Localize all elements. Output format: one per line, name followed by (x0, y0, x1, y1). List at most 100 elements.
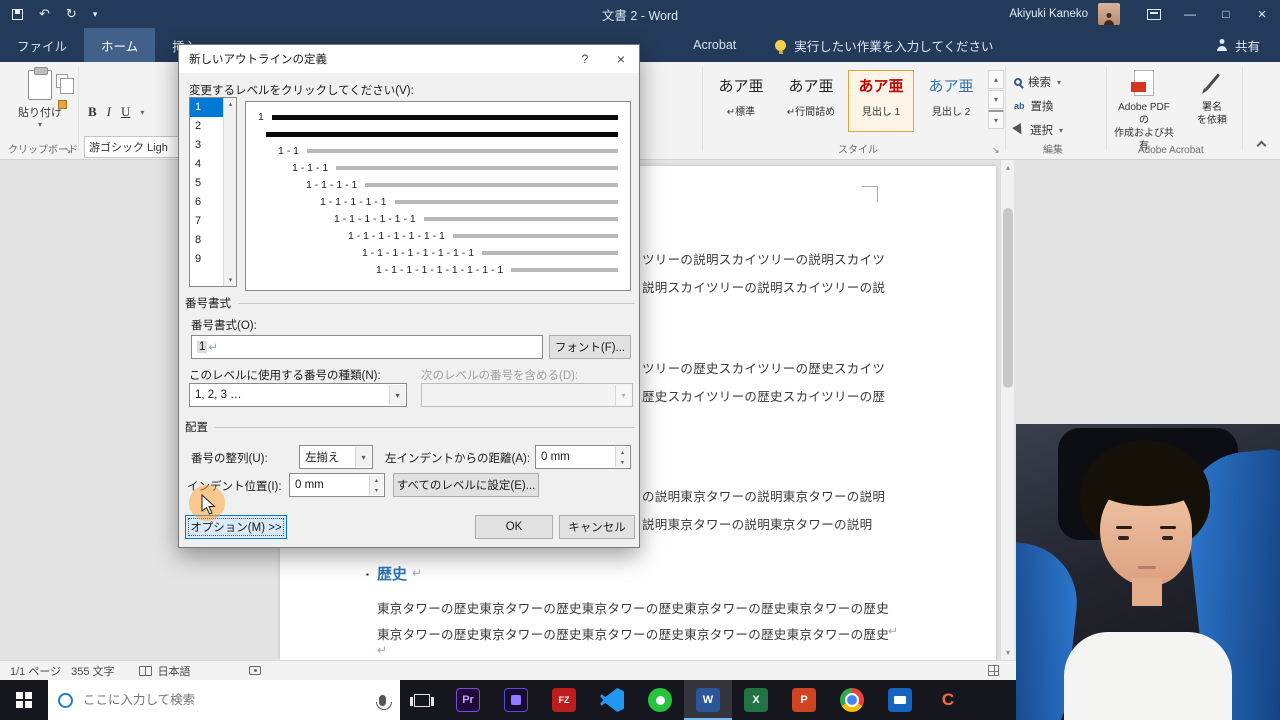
indent-spinner[interactable]: 0 mm ▴ ▾ (289, 473, 385, 497)
style-card-heading1[interactable]: あア亜 見出し 1 (848, 70, 914, 132)
language-indicator[interactable]: 日本語 (158, 663, 191, 679)
level-option[interactable]: 3 (190, 136, 223, 155)
combo-chevron-icon[interactable]: ▾ (355, 447, 371, 467)
level-option[interactable]: 6 (190, 193, 223, 212)
avatar[interactable] (1098, 3, 1120, 25)
listbox-scroll-down-icon[interactable]: ▾ (224, 276, 237, 284)
styles-more-icon[interactable]: ▾ (988, 110, 1004, 129)
windows-logo-icon (16, 692, 32, 708)
scroll-up-icon[interactable]: ▴ (1001, 163, 1015, 172)
styles-scroll-down-icon[interactable]: ▾ (988, 90, 1004, 109)
document-text-line: ツリーの歴史スカイツリーの歴史スカイツ (642, 362, 886, 376)
taskbar-app-chrome[interactable] (828, 680, 876, 720)
level-option-selected[interactable]: 1 (190, 98, 223, 117)
word-count[interactable]: 355 文字 (71, 663, 114, 679)
microphone-icon[interactable] (375, 694, 392, 710)
level-option[interactable]: 9 (190, 250, 223, 269)
number-format-label: 番号書式(O): (191, 320, 257, 332)
number-format-input[interactable]: 1 ↵ (191, 335, 543, 359)
taskbar-app-green[interactable] (636, 680, 684, 720)
spinner-buttons[interactable]: ▴ ▾ (615, 447, 629, 467)
distance-label: 左インデントからの距離(A): (385, 453, 531, 465)
maximize-button[interactable]: □ (1208, 0, 1244, 28)
style-card-normal[interactable]: あア亜 ↵標準 (708, 70, 774, 132)
dialog-help-icon[interactable]: ? (567, 45, 603, 73)
listbox-scrollbar[interactable]: ▴ ▾ (223, 98, 236, 286)
undo-icon[interactable]: ↶ (39, 6, 50, 22)
redo-icon[interactable]: ↻ (66, 6, 77, 22)
styles-scroll-up-icon[interactable]: ▴ (988, 70, 1004, 89)
scrollbar-thumb[interactable] (1003, 208, 1013, 388)
italic-button[interactable]: I (107, 104, 111, 120)
taskbar-app-premiere[interactable]: Pr (444, 680, 492, 720)
underline-chevron-icon[interactable]: ▾ (140, 108, 144, 117)
ok-button[interactable]: OK (475, 515, 553, 539)
apply-all-levels-button[interactable]: すべてのレベルに設定(E)... (393, 473, 539, 497)
task-view-button[interactable] (400, 680, 444, 720)
minimize-button[interactable]: — (1172, 0, 1208, 28)
green-app-icon (648, 688, 672, 712)
alignment-combo[interactable]: 左揃え ▾ (299, 445, 373, 469)
user-name[interactable]: Akiyuki Kaneko (1009, 8, 1088, 20)
clipboard-launcher-icon[interactable]: ↘ (64, 145, 72, 156)
save-icon[interactable] (12, 8, 23, 20)
style-preview: あア亜 (788, 78, 834, 95)
select-button[interactable]: 選択 ▾ (1012, 122, 1063, 138)
status-mode-icon[interactable] (248, 666, 261, 675)
dialog-close-icon[interactable]: × (603, 45, 639, 73)
taskbar-app-powerpoint[interactable]: P (780, 680, 828, 720)
style-card-heading2[interactable]: あア亜 見出し 2 (918, 70, 984, 132)
share-button[interactable]: 共有 (1216, 28, 1280, 62)
tab-file[interactable]: ファイル (0, 28, 84, 62)
create-pdf-button[interactable]: Adobe PDF の 作成および共有 (1112, 70, 1176, 153)
tab-acrobat[interactable]: Acrobat (676, 28, 753, 62)
combo-chevron-icon: ▾ (615, 385, 631, 405)
taskbar-app-captura[interactable]: C (924, 680, 972, 720)
level-option[interactable]: 2 (190, 117, 223, 136)
style-card-no-spacing[interactable]: あア亜 ↵行間詰め (778, 70, 844, 132)
spellcheck-icon[interactable] (138, 665, 152, 676)
cancel-button[interactable]: キャンセル (559, 515, 635, 539)
distance-spinner[interactable]: 0 mm ▴ ▾ (535, 445, 631, 469)
dialog-title-bar[interactable]: 新しいアウトラインの定義 ? × (179, 45, 639, 73)
level-listbox[interactable]: 1 2 3 4 5 6 7 8 9 ▴ ▾ (189, 97, 237, 287)
taskbar-search[interactable] (48, 680, 400, 720)
close-button[interactable]: × (1244, 0, 1280, 28)
taskbar-app-word[interactable]: W (684, 680, 732, 720)
level-option[interactable]: 5 (190, 174, 223, 193)
qat-customize-icon[interactable]: ▾ (93, 9, 98, 20)
tab-home[interactable]: ホーム (84, 28, 156, 62)
format-painter-icon[interactable] (58, 100, 67, 109)
number-kind-combo[interactable]: 1, 2, 3 … ▾ (189, 383, 407, 407)
taskbar-app-excel[interactable]: X (732, 680, 780, 720)
level-option[interactable]: 4 (190, 155, 223, 174)
level-option[interactable]: 7 (190, 212, 223, 231)
taskbar-app-blue[interactable] (876, 680, 924, 720)
editing-group-label: 編集 (1043, 145, 1063, 156)
search-input[interactable] (83, 693, 369, 707)
start-button[interactable] (0, 680, 48, 720)
level-option[interactable]: 8 (190, 231, 223, 250)
underline-button[interactable]: U (121, 104, 130, 120)
vertical-scrollbar[interactable]: ▴ ▾ (1000, 160, 1014, 660)
ribbon-display-options-icon[interactable] (1136, 0, 1172, 28)
tell-me-box[interactable]: 実行したい作業を入力してください (775, 28, 994, 62)
styles-launcher-icon[interactable]: ↘ (992, 145, 1000, 156)
taskbar-app-photoshop[interactable] (492, 680, 540, 720)
taskbar-app-filezilla[interactable]: FZ (540, 680, 588, 720)
scroll-down-icon[interactable]: ▾ (1001, 648, 1015, 657)
spinner-buttons[interactable]: ▴ ▾ (369, 475, 383, 495)
lightbulb-icon (775, 39, 787, 54)
listbox-scroll-up-icon[interactable]: ▴ (224, 100, 237, 108)
copy-icon[interactable] (56, 74, 74, 94)
bold-button[interactable]: B (88, 104, 97, 120)
taskbar-app-vscode[interactable] (588, 680, 636, 720)
font-button[interactable]: フォント(F)... (549, 335, 631, 359)
grid-status-icon[interactable] (988, 665, 999, 676)
page-indicator[interactable]: 1/1 ページ (10, 663, 61, 679)
find-button[interactable]: 検索 ▾ (1014, 74, 1061, 90)
replace-button[interactable]: ab 置換 (1014, 98, 1054, 114)
collapse-ribbon-icon[interactable] (1256, 140, 1267, 151)
combo-chevron-icon[interactable]: ▾ (389, 385, 405, 405)
request-signature-button[interactable]: 署名 を依頼 (1180, 70, 1244, 127)
